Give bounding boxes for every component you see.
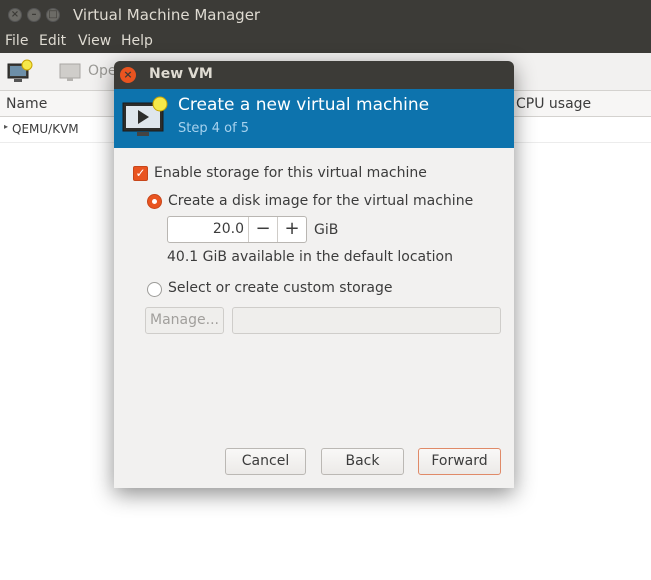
back-button[interactable]: Back <box>321 448 404 475</box>
custom-storage-radio[interactable] <box>147 282 162 297</box>
forward-button[interactable]: Forward <box>418 448 501 475</box>
open-vm-button[interactable] <box>58 59 88 85</box>
menu-file[interactable]: File <box>5 33 28 49</box>
close-dialog-icon[interactable]: × <box>120 67 136 83</box>
menu-view[interactable]: View <box>78 33 111 49</box>
window-title: Virtual Machine Manager <box>73 6 261 24</box>
create-disk-radio[interactable] <box>147 194 162 209</box>
column-cpu-usage[interactable]: CPU usage <box>516 96 591 112</box>
new-vm-header-icon <box>122 96 168 136</box>
custom-storage-label[interactable]: Select or create custom storage <box>168 280 393 296</box>
header-title: Create a new virtual machine <box>178 95 430 115</box>
enable-storage-label[interactable]: Enable storage for this virtual machine <box>154 165 427 181</box>
new-vm-dialog: × New VM Create a new virtual machine St… <box>114 61 514 488</box>
enable-storage-checkbox[interactable]: ✓ <box>133 166 148 181</box>
new-vm-icon <box>7 59 33 82</box>
cancel-button[interactable]: Cancel <box>225 448 306 475</box>
expand-arrow-icon[interactable]: ▸ <box>4 122 8 131</box>
available-space-text: 40.1 GiB available in the default locati… <box>167 249 453 265</box>
open-label[interactable]: Ope <box>88 63 117 79</box>
dialog-title: New VM <box>149 66 213 82</box>
disk-size-spinner[interactable]: 20.0 − + <box>167 216 307 243</box>
new-vm-button[interactable] <box>6 59 36 85</box>
increase-size-button[interactable]: + <box>277 217 306 242</box>
dialog-header: Create a new virtual machine Step 4 of 5 <box>114 89 514 148</box>
maximize-window-icon[interactable]: □ <box>46 8 60 22</box>
column-name[interactable]: Name <box>6 96 47 112</box>
storage-path-field[interactable] <box>232 307 501 334</box>
manage-button[interactable]: Manage... <box>145 307 224 334</box>
menu-edit[interactable]: Edit <box>39 33 66 49</box>
main-titlebar: × – □ Virtual Machine Manager <box>0 0 651 31</box>
decrease-size-button[interactable]: − <box>248 217 277 242</box>
step-indicator: Step 4 of 5 <box>178 121 250 136</box>
menubar: File Edit View Help <box>0 31 651 53</box>
monitor-icon <box>59 63 81 81</box>
dialog-titlebar: × New VM <box>114 61 514 89</box>
minimize-window-icon[interactable]: – <box>27 8 41 22</box>
close-window-icon[interactable]: × <box>8 8 22 22</box>
connection-label: QEMU/KVM <box>12 122 79 136</box>
disk-size-value[interactable]: 20.0 <box>168 221 244 237</box>
create-disk-label[interactable]: Create a disk image for the virtual mach… <box>168 193 473 209</box>
menu-help[interactable]: Help <box>121 33 153 49</box>
disk-size-unit: GiB <box>314 222 339 238</box>
